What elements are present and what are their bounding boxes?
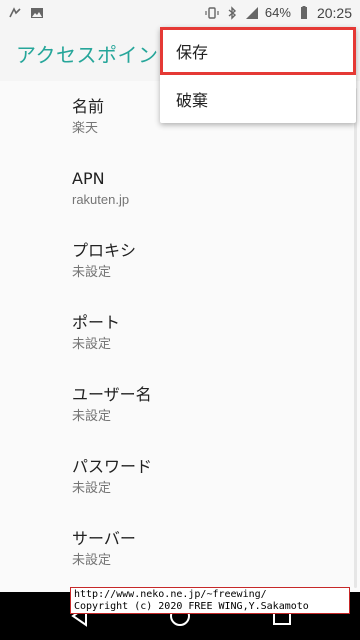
signal-icon [245,6,258,19]
status-bar: 64% 20:25 [0,0,360,25]
setting-title: サーバー [72,529,136,548]
image-icon [31,7,43,18]
setting-title: パスワード [72,457,153,476]
nfc-icon [9,6,21,17]
setting-value: rakuten.jp [72,192,130,207]
page-title: アクセスポイン [16,42,159,67]
setting-username[interactable]: ユーザー名 未設定 [0,369,360,441]
copyright-watermark: http://www.neko.ne.jp/~freewing/ Copyrig… [70,587,350,614]
setting-value: 未設定 [72,336,112,351]
vibrate-icon [205,6,219,19]
status-bar-right: 64% 20:25 [205,5,352,21]
scrollbar[interactable] [354,88,357,588]
apn-settings-list: 名前 楽天 APN rakuten.jp プロキシ 未設定 ポート 未設定 ユー… [0,81,360,585]
menu-item-save[interactable]: 保存 [160,27,356,75]
clock: 20:25 [316,4,352,21]
setting-value: 未設定 [72,552,112,567]
menu-item-discard[interactable]: 破棄 [160,75,356,123]
bluetooth-icon [228,5,236,20]
watermark-url: http://www.neko.ne.jp/~freewing/ [74,589,267,600]
overflow-menu: 保存 破棄 [160,27,356,123]
setting-title: ポート [72,313,121,332]
battery-percent: 64% [264,5,291,20]
status-bar-left [8,6,44,20]
battery-icon [300,5,307,19]
setting-title: プロキシ [72,241,137,260]
setting-proxy[interactable]: プロキシ 未設定 [0,225,360,297]
setting-title: ユーザー名 [72,385,152,404]
watermark-copyright: Copyright (c) 2020 FREE WING,Y.Sakamoto [74,601,309,612]
setting-password[interactable]: パスワード 未設定 [0,441,360,513]
setting-title: APN [72,169,105,188]
setting-value: 未設定 [72,408,112,423]
setting-server[interactable]: サーバー 未設定 [0,513,360,585]
setting-apn[interactable]: APN rakuten.jp [0,153,360,225]
setting-port[interactable]: ポート 未設定 [0,297,360,369]
setting-value: 未設定 [72,264,112,279]
setting-value: 未設定 [72,480,112,495]
